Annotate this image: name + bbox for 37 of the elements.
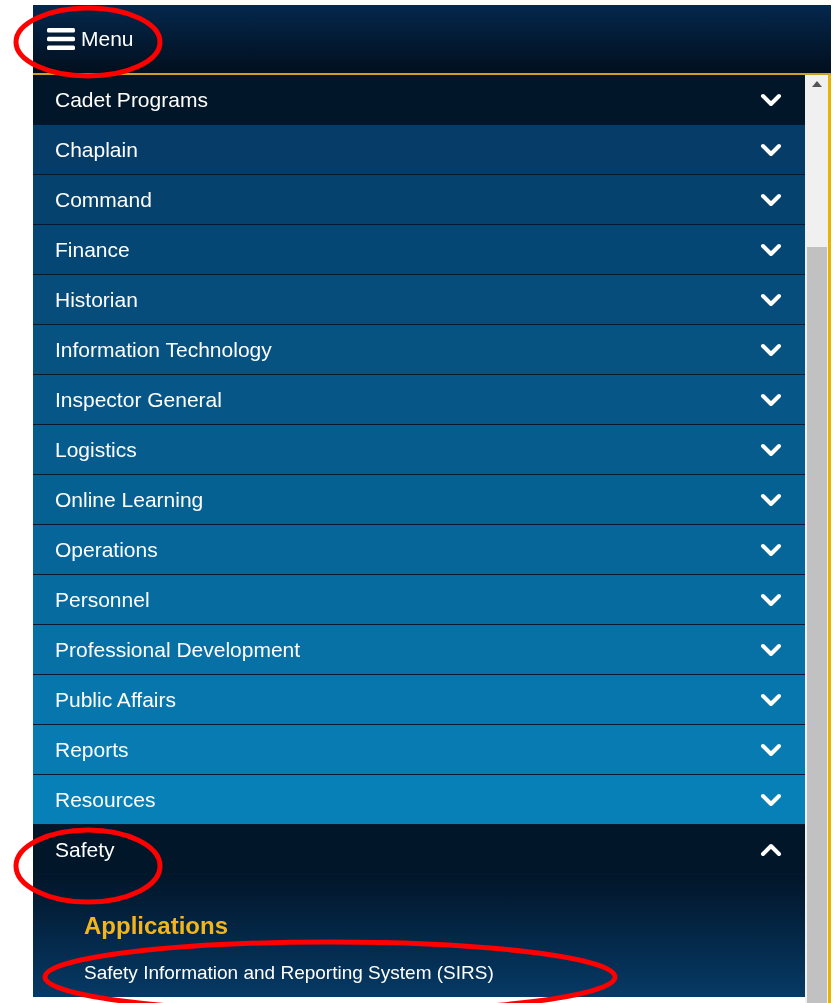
menu-item[interactable]: Inspector General bbox=[33, 375, 805, 425]
menu-item[interactable]: Chaplain bbox=[33, 125, 805, 175]
submenu-heading: Applications bbox=[84, 911, 229, 941]
chevron-down-icon bbox=[760, 492, 782, 507]
menu-item[interactable]: Personnel bbox=[33, 575, 805, 625]
chevron-down-icon bbox=[760, 292, 782, 307]
menu-item[interactable]: Safety bbox=[33, 825, 805, 875]
chevron-down-icon bbox=[760, 592, 782, 607]
menu-item[interactable]: Professional Development bbox=[33, 625, 805, 675]
chevron-down-icon bbox=[760, 192, 782, 207]
submenu-link[interactable]: Safety Information and Reporting System (SIRS) bbox=[84, 957, 805, 989]
chevron-down-icon bbox=[760, 442, 782, 457]
chevron-down-icon bbox=[760, 142, 782, 157]
chevron-down-icon bbox=[760, 792, 782, 807]
chevron-down-icon bbox=[760, 92, 782, 107]
menu-button[interactable]: Menu bbox=[47, 23, 134, 55]
menu-item[interactable]: Resources bbox=[33, 775, 805, 825]
scroll-up-arrow-icon bbox=[811, 81, 822, 87]
menu-item[interactable]: Finance bbox=[33, 225, 805, 275]
menu-item[interactable]: Information Technology bbox=[33, 325, 805, 375]
chevron-down-icon bbox=[760, 542, 782, 557]
chevron-up-icon bbox=[760, 842, 782, 857]
menu-icon bbox=[47, 27, 75, 51]
menu-item[interactable]: Public Affairs bbox=[33, 675, 805, 725]
chevron-down-icon bbox=[760, 242, 782, 257]
chevron-down-icon bbox=[760, 342, 782, 357]
menu-item[interactable]: Logistics bbox=[33, 425, 805, 475]
menu-item[interactable]: Cadet Programs bbox=[33, 75, 805, 125]
menu-item[interactable]: Historian bbox=[33, 275, 805, 325]
chevron-down-icon bbox=[760, 692, 782, 707]
chevron-down-icon bbox=[760, 642, 782, 657]
menu-item[interactable]: Operations bbox=[33, 525, 805, 575]
menu-item[interactable]: Command bbox=[33, 175, 805, 225]
menu-item[interactable]: Online Learning bbox=[33, 475, 805, 525]
chevron-down-icon bbox=[760, 392, 782, 407]
menu-item[interactable]: Reports bbox=[33, 725, 805, 775]
chevron-down-icon bbox=[760, 742, 782, 757]
